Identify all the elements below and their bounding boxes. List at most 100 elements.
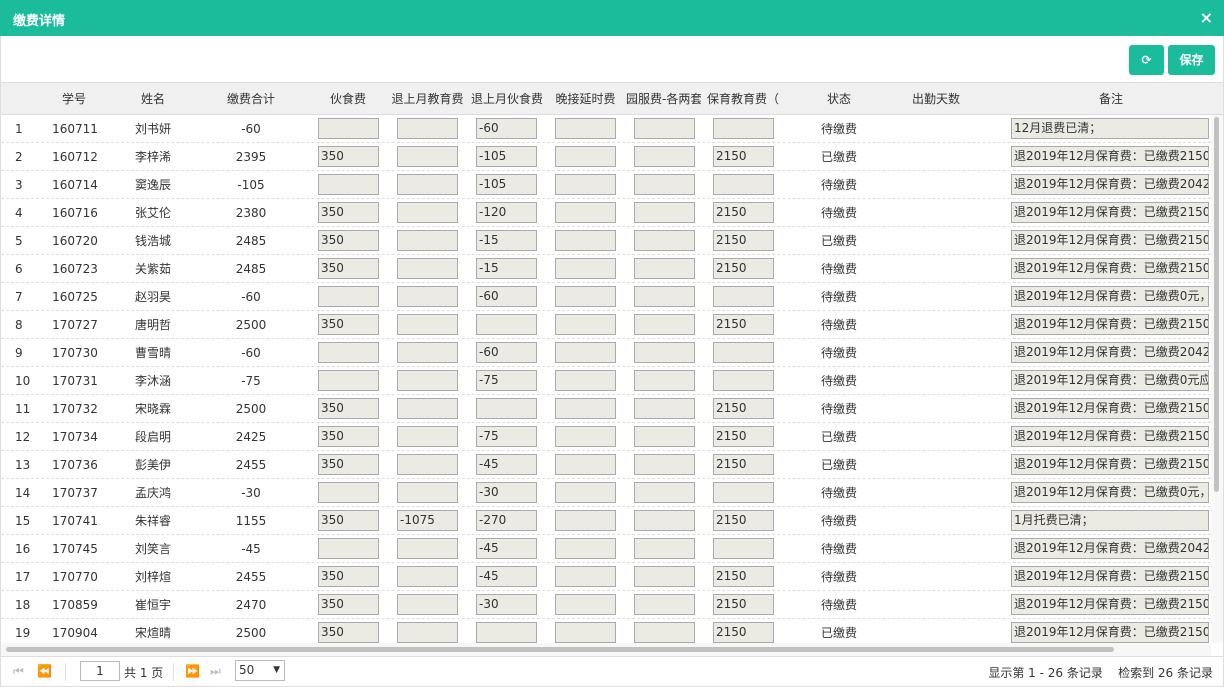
late-fee-input[interactable] bbox=[555, 118, 616, 139]
horizontal-scroll-thumb[interactable] bbox=[6, 647, 1114, 652]
late-fee-input[interactable] bbox=[555, 538, 616, 559]
food-fee-input[interactable] bbox=[318, 370, 379, 391]
column-header[interactable]: 备注 bbox=[1011, 83, 1211, 115]
refund-edu-input[interactable] bbox=[397, 370, 458, 391]
remark-input[interactable]: 退2019年12月保育费：已缴费2150元 bbox=[1011, 146, 1209, 167]
food-fee-input[interactable]: 350 bbox=[318, 398, 379, 419]
table-row[interactable]: 12 170734 段启明 2425 已缴费 350 -75 2150 退2019年12月保育费… bbox=[1, 423, 1211, 451]
food-fee-input[interactable] bbox=[318, 118, 379, 139]
remark-input[interactable]: 退2019年12月保育费：已缴费2150元 bbox=[1011, 426, 1209, 447]
late-fee-input[interactable] bbox=[555, 454, 616, 475]
remark-input[interactable]: 退2019年12月保育费：已缴费2150元 bbox=[1011, 398, 1209, 419]
refund-edu-input[interactable] bbox=[397, 398, 458, 419]
refund-food-input[interactable] bbox=[476, 314, 537, 335]
refund-edu-input[interactable] bbox=[397, 174, 458, 195]
refund-food-input[interactable]: -105 bbox=[476, 146, 537, 167]
table-row[interactable]: 19 170904 宋煊晴 2500 已缴费 350 2150 退2019年12月保育费：已缴… bbox=[1, 619, 1211, 643]
table-row[interactable]: 2 160712 李梓浠 2395 已缴费 350 -105 2150 退2019年12月保育费… bbox=[1, 143, 1211, 171]
refund-food-input[interactable]: -45 bbox=[476, 566, 537, 587]
uniform-fee-input[interactable] bbox=[634, 118, 695, 139]
remark-input[interactable]: 退2019年12月保育费：已缴费2150元 bbox=[1011, 594, 1209, 615]
column-header[interactable]: 状态 bbox=[801, 83, 877, 115]
uniform-fee-input[interactable] bbox=[634, 146, 695, 167]
table-row[interactable]: 16 170745 刘笑言 -45 待缴费 -45 退2019年12月保育费：已缴费2042… bbox=[1, 535, 1211, 563]
uniform-fee-input[interactable] bbox=[634, 174, 695, 195]
late-fee-input[interactable] bbox=[555, 202, 616, 223]
uniform-fee-input[interactable] bbox=[634, 594, 695, 615]
remark-input[interactable]: 退2019年12月保育费：已缴费2042.5 bbox=[1011, 342, 1209, 363]
food-fee-input[interactable]: 350 bbox=[318, 622, 379, 643]
table-row[interactable]: 7 160725 赵羽昊 -60 待缴费 -60 退2019年12月保育费：已缴费0元，应 bbox=[1, 283, 1211, 311]
table-row[interactable]: 13 170736 彭美伊 2455 已缴费 350 -45 2150 退2019年12月保育费… bbox=[1, 451, 1211, 479]
food-fee-input[interactable]: 350 bbox=[318, 146, 379, 167]
remark-input[interactable]: 退2019年12月保育费：已缴费0元，应 bbox=[1011, 286, 1209, 307]
column-header[interactable]: 晚接延时费 bbox=[549, 83, 622, 115]
column-header[interactable]: 园服费-各两套 bbox=[626, 83, 701, 115]
refund-food-input[interactable]: -120 bbox=[476, 202, 537, 223]
uniform-fee-input[interactable] bbox=[634, 566, 695, 587]
food-fee-input[interactable] bbox=[318, 482, 379, 503]
refund-food-input[interactable]: -15 bbox=[476, 230, 537, 251]
food-fee-input[interactable] bbox=[318, 174, 379, 195]
refund-food-input[interactable] bbox=[476, 622, 537, 643]
refund-food-input[interactable]: -75 bbox=[476, 426, 537, 447]
remark-input[interactable]: 退2019年12月保育费：已缴费2150元 bbox=[1011, 566, 1209, 587]
remark-input[interactable]: 退2019年12月保育费：已缴费2150元 bbox=[1011, 454, 1209, 475]
uniform-fee-input[interactable] bbox=[634, 314, 695, 335]
refund-food-input[interactable]: -30 bbox=[476, 594, 537, 615]
refund-edu-input[interactable] bbox=[397, 146, 458, 167]
column-header[interactable]: 退上月教育费 bbox=[388, 83, 467, 115]
remark-input[interactable]: 退2019年12月保育费：已缴费2042.5 bbox=[1011, 174, 1209, 195]
refund-edu-input[interactable] bbox=[397, 454, 458, 475]
food-fee-input[interactable] bbox=[318, 538, 379, 559]
last-page-icon[interactable]: ⏭ bbox=[210, 664, 221, 679]
vertical-scroll-thumb[interactable] bbox=[1214, 117, 1219, 492]
food-fee-input[interactable]: 350 bbox=[318, 258, 379, 279]
table-row[interactable]: 1 160711 刘书妍 -60 待缴费 -60 12月退费已清； bbox=[1, 115, 1211, 143]
table-row[interactable]: 10 170731 李沐涵 -75 待缴费 -75 退2019年12月保育费：已缴费0元应缴 bbox=[1, 367, 1211, 395]
care-fee-input[interactable]: 2150 bbox=[713, 622, 774, 643]
refund-food-input[interactable]: -75 bbox=[476, 370, 537, 391]
care-fee-input[interactable]: 2150 bbox=[713, 314, 774, 335]
late-fee-input[interactable] bbox=[555, 174, 616, 195]
refund-edu-input[interactable]: -1075 bbox=[397, 510, 458, 531]
care-fee-input[interactable]: 2150 bbox=[713, 566, 774, 587]
care-fee-input[interactable]: 2150 bbox=[713, 398, 774, 419]
refund-food-input[interactable]: -30 bbox=[476, 482, 537, 503]
care-fee-input[interactable] bbox=[713, 538, 774, 559]
table-row[interactable]: 11 170732 宋晓霖 2500 待缴费 350 2150 退2019年12月保育费：已缴… bbox=[1, 395, 1211, 423]
food-fee-input[interactable]: 350 bbox=[318, 314, 379, 335]
vertical-scrollbar[interactable] bbox=[1211, 115, 1223, 643]
horizontal-scrollbar[interactable] bbox=[1, 643, 1211, 656]
remark-input[interactable]: 退2019年12月保育费：已缴费0元应缴 bbox=[1011, 370, 1209, 391]
late-fee-input[interactable] bbox=[555, 510, 616, 531]
refund-food-input[interactable]: -15 bbox=[476, 258, 537, 279]
care-fee-input[interactable] bbox=[713, 370, 774, 391]
food-fee-input[interactable] bbox=[318, 286, 379, 307]
refund-food-input[interactable]: -60 bbox=[476, 286, 537, 307]
food-fee-input[interactable]: 350 bbox=[318, 202, 379, 223]
late-fee-input[interactable] bbox=[555, 370, 616, 391]
refund-food-input[interactable]: -45 bbox=[476, 454, 537, 475]
column-header[interactable]: 缴费合计 bbox=[214, 83, 288, 115]
late-fee-input[interactable] bbox=[555, 566, 616, 587]
care-fee-input[interactable]: 2150 bbox=[713, 454, 774, 475]
refund-food-input[interactable] bbox=[476, 398, 537, 419]
uniform-fee-input[interactable] bbox=[634, 342, 695, 363]
uniform-fee-input[interactable] bbox=[634, 482, 695, 503]
first-page-icon[interactable]: ⏮ bbox=[13, 664, 24, 679]
remark-input[interactable]: 退2019年12月保育费：已缴费2150元 bbox=[1011, 622, 1209, 643]
refund-food-input[interactable]: -105 bbox=[476, 174, 537, 195]
care-fee-input[interactable]: 2150 bbox=[713, 258, 774, 279]
refund-edu-input[interactable] bbox=[397, 482, 458, 503]
column-header[interactable]: 退上月伙食费 bbox=[467, 83, 547, 115]
care-fee-input[interactable]: 2150 bbox=[713, 510, 774, 531]
refund-edu-input[interactable] bbox=[397, 622, 458, 643]
care-fee-input[interactable]: 2150 bbox=[713, 146, 774, 167]
uniform-fee-input[interactable] bbox=[634, 370, 695, 391]
refund-edu-input[interactable] bbox=[397, 314, 458, 335]
column-header[interactable]: 姓名 bbox=[129, 83, 177, 115]
refund-edu-input[interactable] bbox=[397, 202, 458, 223]
column-header[interactable]: 出勤天数 bbox=[881, 83, 991, 115]
care-fee-input[interactable] bbox=[713, 286, 774, 307]
